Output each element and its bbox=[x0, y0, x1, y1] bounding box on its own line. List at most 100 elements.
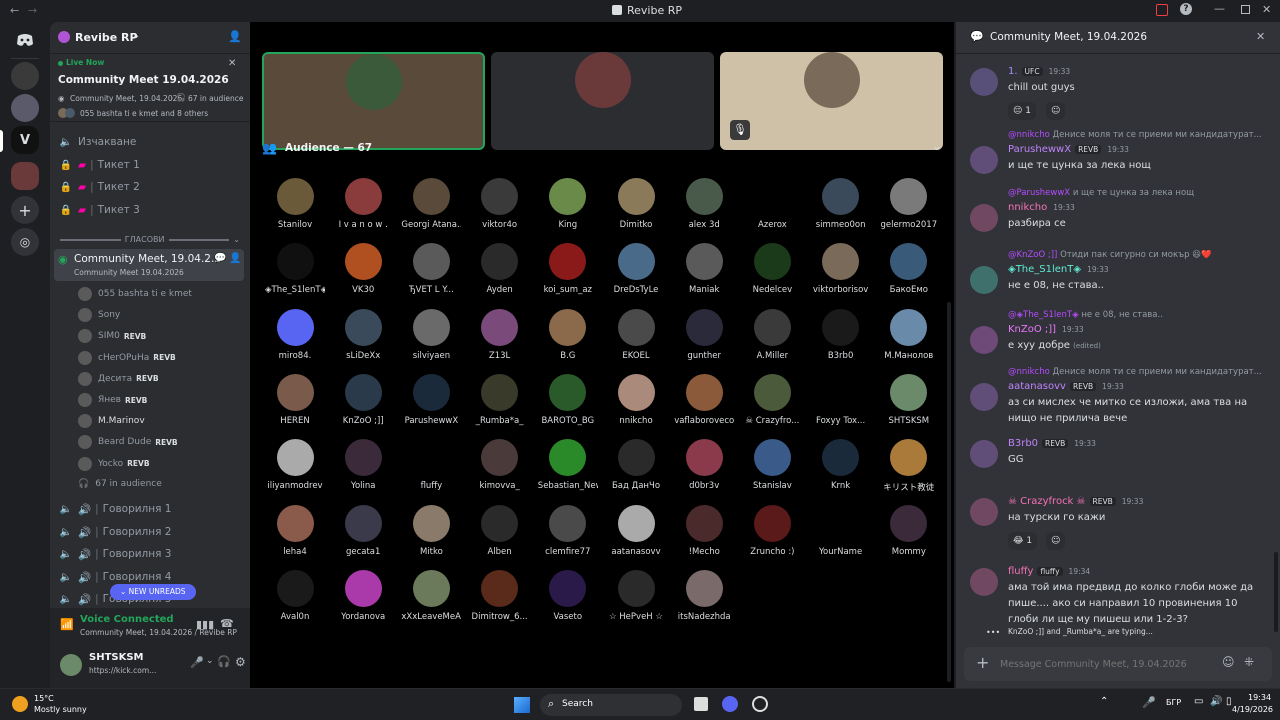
audience-member[interactable]: alex 3d bbox=[674, 178, 734, 230]
audience-member[interactable]: Dimitrow_6... bbox=[470, 569, 530, 622]
server-header[interactable]: Revibe RP ⌄ 👤 bbox=[50, 22, 250, 54]
audience-member[interactable]: gecata1 bbox=[333, 504, 393, 557]
chevron-down-icon[interactable]: ⌄ bbox=[206, 656, 214, 666]
reply-preview[interactable]: @ParushewwX и ще те цунка за лека нощ bbox=[1008, 188, 1273, 198]
audience-member[interactable]: БакоЕмо bbox=[879, 243, 939, 295]
audience-member[interactable]: Mommy bbox=[879, 504, 939, 557]
help-icon[interactable]: ? bbox=[1180, 3, 1192, 15]
reply-preview[interactable]: @◈The_S1lenT◈ не е 08, не става.. bbox=[1008, 310, 1273, 320]
avatar[interactable] bbox=[970, 68, 998, 96]
audience-member[interactable]: Nedelcev bbox=[742, 243, 802, 295]
avatar[interactable] bbox=[970, 326, 998, 354]
add-user-icon[interactable]: 👤 bbox=[229, 253, 241, 264]
discord-taskbar-icon[interactable] bbox=[722, 696, 738, 712]
add-reaction-icon[interactable]: ☺ bbox=[1046, 532, 1066, 550]
audience-member[interactable]: VK30 bbox=[333, 243, 393, 295]
audience-member[interactable]: Yolina bbox=[333, 439, 393, 491]
channel-talk-2[interactable]: 🔈 🔊 | Говорилня 2 bbox=[58, 522, 244, 542]
audience-member[interactable]: Alben bbox=[470, 504, 530, 557]
author-name[interactable]: aatanasovv bbox=[1008, 381, 1066, 392]
audience-member[interactable]: fluffy bbox=[401, 439, 461, 491]
scrollbar[interactable] bbox=[947, 302, 951, 682]
audience-member[interactable]: viktor4o bbox=[470, 178, 530, 230]
maximize-icon[interactable] bbox=[1241, 5, 1250, 14]
emoji-icon[interactable]: ☺ bbox=[1222, 655, 1235, 669]
audience-member[interactable]: YourName bbox=[811, 504, 871, 557]
avatar[interactable] bbox=[970, 383, 998, 411]
channel-talk-3[interactable]: 🔈 🔊 | Говорилня 3 bbox=[58, 544, 244, 564]
audience-member[interactable]: Foxyy Tox... bbox=[811, 373, 871, 426]
reaction-chip[interactable]: 😂 1 bbox=[1008, 532, 1038, 550]
forward-arrow-icon[interactable]: → bbox=[28, 4, 37, 17]
audience-member[interactable]: Krnk bbox=[811, 439, 871, 491]
audience-member[interactable]: ☆ HePveH ☆ bbox=[606, 569, 666, 622]
audience-member[interactable]: B3rb0 bbox=[811, 308, 871, 361]
audience-member[interactable]: Z13L bbox=[470, 308, 530, 361]
audience-member[interactable]: miro84. bbox=[265, 308, 325, 361]
channel-waiting[interactable]: 🔈 Изчакване bbox=[58, 132, 244, 152]
audience-member[interactable]: M.Манолов bbox=[879, 308, 939, 361]
audience-member[interactable]: A.Miller bbox=[742, 308, 802, 361]
clock-time[interactable]: 19:34 bbox=[1248, 693, 1271, 702]
close-window-icon[interactable]: ✕ bbox=[1262, 3, 1271, 16]
chat-bubble-icon[interactable]: 💬 bbox=[214, 253, 226, 264]
reply-preview[interactable]: @nnikcho Денисе моля ти се приеми ми кан… bbox=[1008, 367, 1273, 377]
channel-talk-1[interactable]: 🔈 🔊 | Говорилня 1 bbox=[58, 499, 244, 519]
inbox-icon[interactable] bbox=[1156, 4, 1168, 16]
audience-member[interactable]: viktorborisov bbox=[811, 243, 871, 295]
discover-icon[interactable]: ◎ bbox=[11, 228, 39, 256]
audience-member[interactable]: aatanasovv bbox=[606, 504, 666, 557]
network-icon[interactable]: ▭ bbox=[1194, 696, 1203, 707]
audience-member[interactable]: Stanislav bbox=[742, 439, 802, 491]
audience-member[interactable]: I v a n o w . bbox=[333, 178, 393, 230]
audience-member[interactable]: sLiDeXx bbox=[333, 308, 393, 361]
audience-member[interactable]: iliyanmodrev bbox=[265, 439, 325, 491]
message-input-box[interactable]: + ☺ ⁜ bbox=[964, 647, 1272, 681]
audience-member[interactable]: BAROTO_BG bbox=[538, 373, 598, 426]
channel-ticket-2[interactable]: 🔒 ▰ | Тикет 2 bbox=[58, 177, 244, 197]
audience-member[interactable]: SHTSKSM bbox=[879, 373, 939, 426]
stage-user[interactable]: Beard Dude REVB bbox=[78, 432, 248, 452]
close-icon[interactable]: ✕ bbox=[228, 58, 236, 69]
windows-start-icon[interactable] bbox=[514, 697, 530, 713]
app-taskbar-icon[interactable] bbox=[752, 696, 768, 712]
disconnect-icon[interactable]: ☎ bbox=[220, 617, 234, 630]
author-name[interactable]: ParushewwX bbox=[1008, 144, 1071, 155]
channel-ticket-1[interactable]: 🔒 ▰ | Тикет 1 bbox=[58, 155, 244, 175]
audience-member[interactable]: clemfire77 bbox=[538, 504, 598, 557]
volume-icon[interactable]: 🔊 bbox=[1210, 696, 1222, 707]
chevron-down-icon[interactable]: ⌄ bbox=[932, 139, 942, 153]
scrollbar[interactable] bbox=[1274, 552, 1278, 632]
audience-member[interactable]: Vaseto bbox=[538, 569, 598, 622]
message-input[interactable] bbox=[1000, 655, 1210, 673]
audience-member[interactable]: nnikcho bbox=[606, 373, 666, 426]
audience-member[interactable]: B.G bbox=[538, 308, 598, 361]
author-name[interactable]: ☠ Crazyfrock ☠ bbox=[1008, 496, 1086, 507]
author-name[interactable]: B3rb0 bbox=[1008, 438, 1038, 449]
author-name[interactable]: ◈The_S1lenT◈ bbox=[1008, 264, 1081, 275]
reaction-chip[interactable]: 😔 1 bbox=[1008, 102, 1036, 120]
revibe-server-icon[interactable]: V bbox=[11, 126, 39, 154]
audience-member[interactable]: ParushewwX bbox=[401, 373, 461, 426]
author-name[interactable]: 1. bbox=[1008, 66, 1018, 77]
audience-member[interactable]: Zruncho :) bbox=[742, 504, 802, 557]
author-name[interactable]: nnikcho bbox=[1008, 202, 1047, 213]
stage-user[interactable]: Десита REVB bbox=[78, 369, 248, 389]
audience-member[interactable]: Бад ДанЧо bbox=[606, 439, 666, 491]
weather-icon[interactable] bbox=[12, 696, 28, 712]
stage-user[interactable]: cHerOPuHa REVB bbox=[78, 348, 248, 368]
audience-member[interactable]: KnZoO ;]] bbox=[333, 373, 393, 426]
clock-date[interactable]: 4/19/2026 bbox=[1232, 705, 1273, 714]
user-avatar[interactable] bbox=[60, 654, 82, 676]
speaker-tile[interactable] bbox=[262, 52, 485, 150]
audience-member[interactable]: ☠ Crazyfro... bbox=[742, 373, 802, 426]
live-event-card[interactable]: Live Now ✕ Community Meet 19.04.2026 ◉ C… bbox=[50, 54, 250, 122]
mic-muted-icon[interactable]: 🎤 bbox=[190, 656, 204, 669]
audience-member[interactable]: simmeo0on bbox=[811, 178, 871, 230]
speaker-tile[interactable] bbox=[491, 52, 714, 150]
task-view-icon[interactable] bbox=[694, 697, 708, 711]
apps-icon[interactable]: ⁜ bbox=[1244, 655, 1254, 669]
reply-preview[interactable]: @nnikcho Денисе моля ти се приеми ми кан… bbox=[1008, 130, 1273, 140]
avatar[interactable] bbox=[970, 266, 998, 294]
add-member-icon[interactable]: 👤 bbox=[228, 30, 242, 43]
